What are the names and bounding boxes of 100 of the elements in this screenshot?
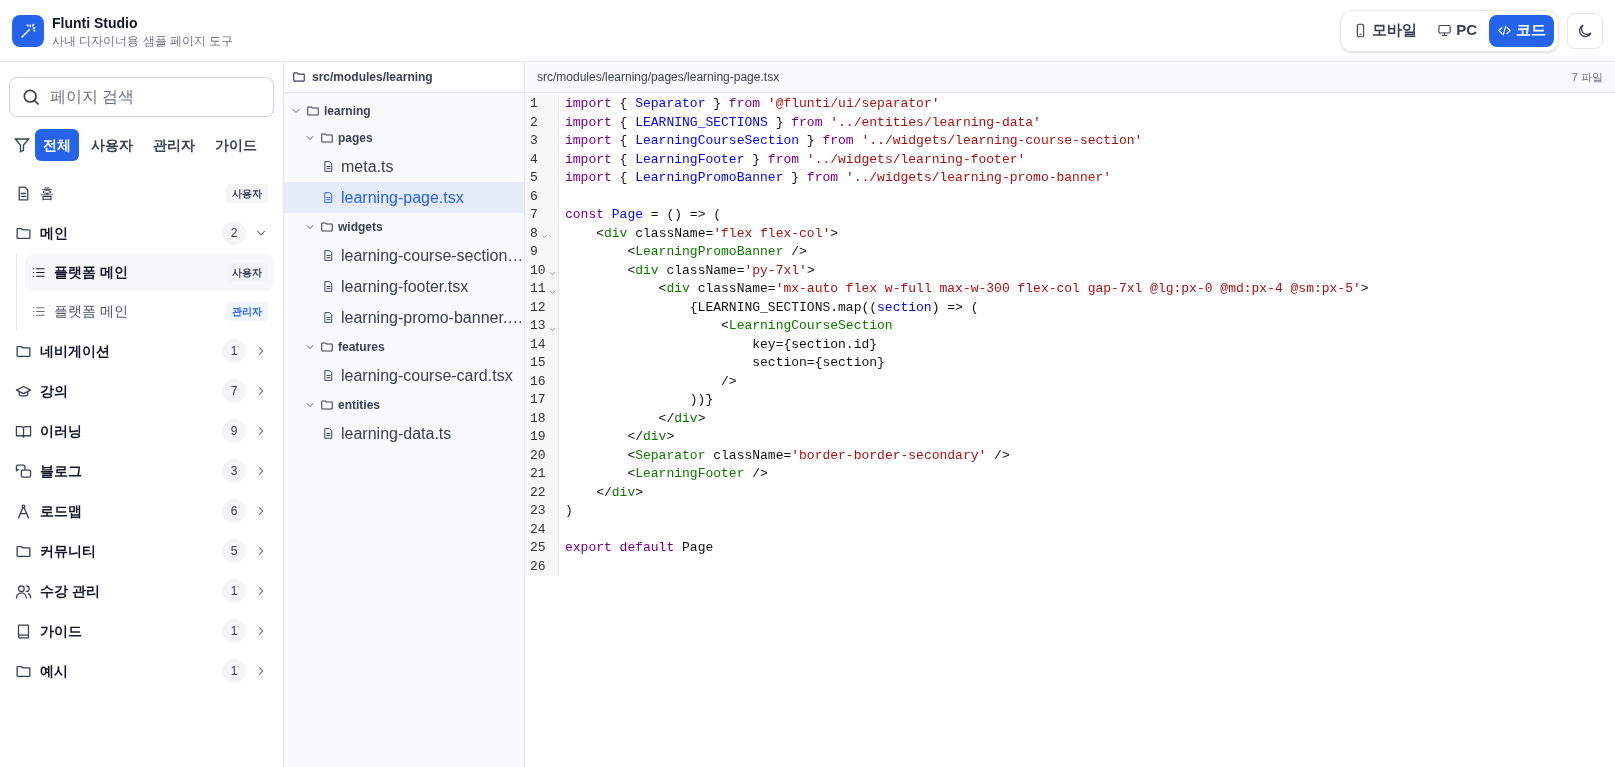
- code-line: import { LearningFooter } from '../widgets/learning-footer': [565, 151, 1026, 167]
- tree-folder[interactable]: pages: [284, 124, 524, 151]
- file-path: src/modules/learning/pages/learning-page.tsx: [537, 69, 780, 86]
- folder-icon: [320, 219, 334, 234]
- count-badge: 3: [222, 459, 246, 483]
- code-line: <div className='mx-auto flex w-full max-w-300 flex-col gap-7xl @lg:px-0 @md:px-4 @sm:px-5'>: [657, 281, 1369, 296]
- code-line: <LearningPromoBanner />: [626, 244, 807, 259]
- line-number: 15: [530, 354, 546, 372]
- dark-mode-button[interactable]: [1567, 12, 1603, 49]
- code-line: section={section}: [751, 355, 885, 370]
- list-icon: [31, 265, 46, 280]
- filter-tab[interactable]: 가이드: [207, 129, 265, 161]
- line-number: 19: [530, 428, 546, 446]
- line-number: 22: [530, 483, 546, 502]
- tree-file[interactable]: meta.ts: [284, 151, 524, 182]
- count-badge: 5: [222, 539, 246, 563]
- nav-item[interactable]: 강의 7: [9, 371, 274, 411]
- filter-tab[interactable]: 사용자: [83, 129, 141, 161]
- view-toggle-button[interactable]: 모바일: [1345, 14, 1426, 47]
- folder-icon: [320, 130, 334, 145]
- filter-icon: [13, 136, 31, 154]
- code-line: </div>: [595, 484, 644, 500]
- nav-item[interactable]: 수강 관리 1: [9, 571, 274, 611]
- tree-file[interactable]: learning-page.tsx: [284, 182, 524, 213]
- code-line: import { LearningCourseSection } from '../widgets/learning-course-section': [565, 133, 1143, 148]
- app-subtitle: 사내 디자이너용 샘플 페이지 도구: [52, 32, 234, 49]
- line-number: 5: [530, 169, 538, 187]
- nav-subitem[interactable]: 플랫폼 메인 사용자: [25, 254, 274, 291]
- document-icon: [322, 160, 335, 173]
- count-badge: 1: [222, 579, 246, 603]
- code-line: import { Separator } from '@flunti/ui/separator': [565, 96, 940, 111]
- nav-item[interactable]: 메인 2: [9, 213, 274, 253]
- folder-icon: [292, 70, 306, 84]
- monitor-icon: [1437, 23, 1453, 38]
- code-line: <LearningCourseSection: [720, 318, 893, 333]
- line-number: 17: [530, 391, 546, 409]
- nav-item[interactable]: 이러닝 9: [9, 411, 274, 451]
- tree-file[interactable]: learning-footer.tsx: [284, 271, 524, 302]
- filter-tab[interactable]: 전체: [35, 129, 79, 161]
- count-badge: 9: [222, 419, 246, 443]
- nav-item[interactable]: 커뮤니티 5: [9, 531, 274, 571]
- line-number: 23: [530, 502, 546, 520]
- tree-file[interactable]: learning-course-section…: [284, 240, 524, 271]
- tree-file[interactable]: learning-course-card.tsx: [284, 360, 524, 391]
- line-number: 18: [530, 409, 546, 428]
- code-line: const Page = () => (: [565, 207, 722, 222]
- view-toggle-button[interactable]: PC: [1429, 14, 1485, 47]
- nav-item[interactable]: 가이드 1: [9, 611, 274, 651]
- nav-item[interactable]: 네비게이션 1: [9, 331, 274, 371]
- nav-item[interactable]: 홈 사용자: [9, 173, 274, 213]
- line-number: 12: [530, 298, 546, 317]
- code-line: </div>: [657, 410, 706, 426]
- count-badge: 6: [222, 499, 246, 523]
- folder-icon: [320, 397, 334, 412]
- line-number: 4: [530, 150, 538, 169]
- search-icon: [21, 87, 41, 107]
- tree-file[interactable]: learning-data.ts: [284, 418, 524, 449]
- wand-logo-icon: [12, 14, 44, 47]
- line-number: 14: [530, 335, 546, 354]
- code-line: import { LearningPromoBanner } from '../widgets/learning-promo-banner': [565, 170, 1112, 185]
- line-number: 7: [530, 206, 538, 224]
- code-line: import { LEARNING_SECTIONS } from '../entities/learning-data': [565, 114, 1041, 130]
- count-badge: 7: [222, 379, 246, 403]
- code-line: <div className='flex flex-col'>: [595, 225, 839, 241]
- notebook-icon: [15, 622, 32, 640]
- search-field[interactable]: 페이지 검색: [9, 77, 274, 117]
- document-icon: [322, 369, 335, 382]
- tree-folder[interactable]: learning: [284, 97, 524, 124]
- drafting-compass-icon: [15, 502, 32, 520]
- line-number: 26: [530, 557, 546, 576]
- view-toggle-button[interactable]: 코드: [1489, 14, 1554, 47]
- line-number: 20: [530, 446, 546, 465]
- code-line: />: [720, 373, 737, 389]
- line-number: 16: [530, 372, 546, 391]
- role-badge: 관리자: [226, 302, 268, 321]
- line-number: 6: [530, 187, 538, 206]
- nav-item[interactable]: 로드맵 6: [9, 491, 274, 531]
- folder-icon: [306, 103, 320, 118]
- tree-folder[interactable]: entities: [284, 391, 524, 418]
- count-badge: 2: [222, 221, 246, 245]
- filter-tab[interactable]: 관리자: [145, 129, 203, 161]
- tree-folder[interactable]: features: [284, 333, 524, 360]
- line-number: 24: [530, 520, 546, 539]
- list-icon: [31, 304, 46, 319]
- document-icon: [322, 280, 335, 293]
- role-badge: 사용자: [226, 183, 268, 203]
- tree-file[interactable]: learning-promo-banner.…: [284, 302, 524, 333]
- nav-item[interactable]: 예시 1: [9, 651, 274, 691]
- code-line: {LEARNING_SECTIONS.map((section) => (: [688, 299, 979, 315]
- line-number: 21: [530, 465, 546, 483]
- line-number: 2: [530, 113, 538, 132]
- code-line: ): [565, 503, 573, 518]
- code-line: export default Page: [565, 540, 714, 555]
- line-number: 10: [530, 261, 546, 280]
- count-badge: 1: [222, 619, 246, 643]
- nav-subitem[interactable]: 플랫폼 메인 관리자: [25, 293, 274, 330]
- tree-folder[interactable]: widgets: [284, 213, 524, 240]
- nav-item[interactable]: 블로그 3: [9, 451, 274, 491]
- code-line: ))}: [688, 392, 714, 407]
- folder-icon: [320, 339, 334, 354]
